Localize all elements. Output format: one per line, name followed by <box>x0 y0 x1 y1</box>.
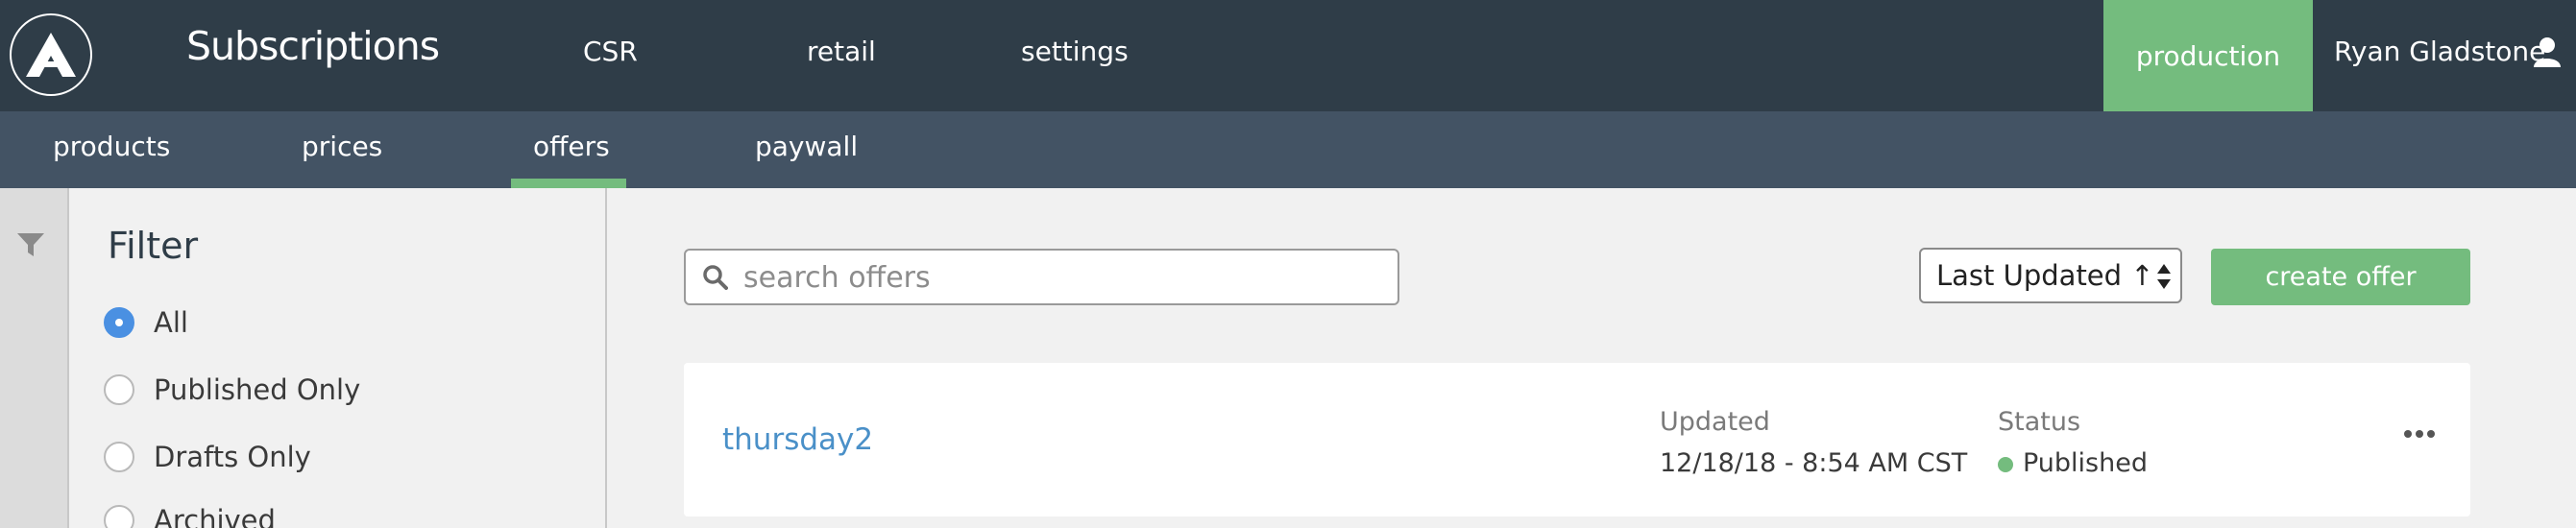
nav-item-csr[interactable]: CSR <box>583 36 638 67</box>
radio-button[interactable] <box>104 307 134 338</box>
sort-select[interactable]: Last Updated ↑ <box>1919 248 2182 303</box>
status-value: Published <box>2023 448 2148 478</box>
user-name[interactable]: Ryan Gladstone <box>2334 36 2545 67</box>
filter-title: Filter <box>108 225 199 267</box>
status-dot-icon <box>1998 457 2013 472</box>
subnav-item-paywall[interactable]: paywall <box>755 131 858 162</box>
active-tab-indicator <box>511 179 626 188</box>
app-title: Subscriptions <box>186 23 440 69</box>
environment-button[interactable]: production <box>2103 0 2313 111</box>
sub-nav: products prices offers paywall <box>0 111 2576 188</box>
offer-card: thursday2 Updated 12/18/18 - 8:54 AM CST… <box>684 363 2470 516</box>
search-box[interactable] <box>684 249 1399 305</box>
nav-item-retail[interactable]: retail <box>807 36 876 67</box>
user-icon[interactable] <box>2534 36 2561 67</box>
logo-icon[interactable] <box>10 13 92 96</box>
radio-button[interactable] <box>104 505 134 528</box>
subnav-item-products[interactable]: products <box>53 131 170 162</box>
radio-button[interactable] <box>104 374 134 405</box>
filter-option-label: Archived <box>154 504 276 528</box>
filter-icon[interactable] <box>16 230 45 259</box>
search-icon <box>703 265 728 290</box>
radio-button[interactable] <box>104 442 134 472</box>
filter-option-all[interactable]: All <box>104 306 188 339</box>
subnav-item-offers[interactable]: offers <box>533 131 610 162</box>
more-options-icon[interactable] <box>2403 428 2436 440</box>
filter-rail <box>0 188 69 528</box>
search-input[interactable] <box>743 258 1377 297</box>
top-bar: Subscriptions CSR retail settings produc… <box>0 0 2576 111</box>
filter-option-label: Published Only <box>154 373 361 406</box>
filter-option-label: All <box>154 306 188 339</box>
nav-item-settings[interactable]: settings <box>1021 36 1129 67</box>
sort-arrows-icon <box>2157 264 2171 289</box>
filter-option-published-only[interactable]: Published Only <box>104 373 360 406</box>
sort-select-value: Last Updated ↑ <box>1936 259 2154 292</box>
offer-name-link[interactable]: thursday2 <box>722 422 873 457</box>
filter-option-archived[interactable]: Archived <box>104 504 276 528</box>
updated-label: Updated <box>1660 407 1770 437</box>
filter-option-drafts-only[interactable]: Drafts Only <box>104 441 311 473</box>
filter-option-label: Drafts Only <box>154 441 311 473</box>
subnav-item-prices[interactable]: prices <box>302 131 382 162</box>
create-offer-button[interactable]: create offer <box>2211 249 2470 305</box>
updated-value: 12/18/18 - 8:54 AM CST <box>1660 448 1968 478</box>
status-label: Status <box>1998 407 2081 437</box>
